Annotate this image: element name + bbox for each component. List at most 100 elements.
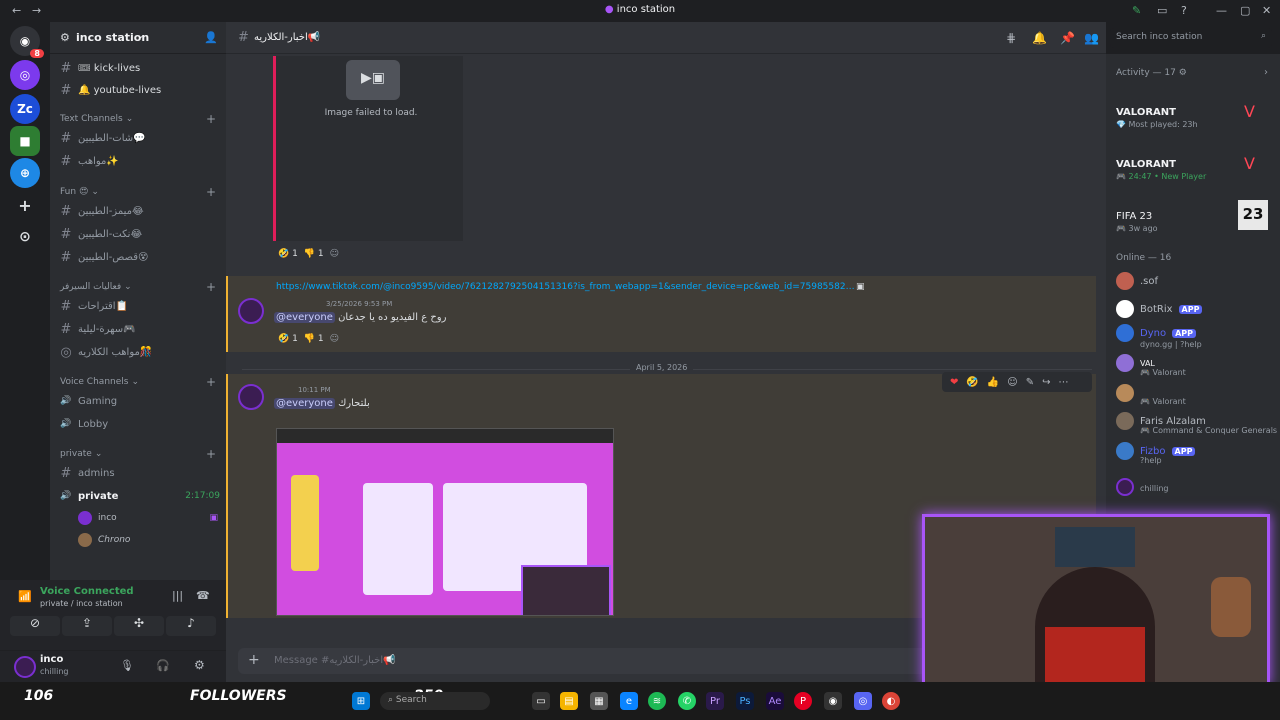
disconnect-icon[interactable]: ☎ [196,589,210,602]
server-icon-5[interactable]: ⊕ [10,158,40,188]
category-text-channels[interactable]: Text Channels ⌄ [60,114,133,124]
help-icon[interactable]: ? [1181,4,1187,17]
channel-item[interactable]: # مواهب✨ [60,151,220,171]
chevron-right-icon[interactable]: › [1264,67,1268,78]
invite-icon[interactable]: 👤 [204,31,218,44]
server-header[interactable]: ⚙ inco station ⌄ 👤 [50,22,226,54]
add-server-button[interactable]: + [10,190,40,220]
channel-item[interactable]: # قصص-الطيبين😵 [60,247,220,267]
add-reaction-icon[interactable]: ☺ [330,249,339,259]
soundboard-button[interactable]: ♪ [166,616,216,636]
member-item[interactable]: .sof [1116,272,1158,290]
create-channel-icon[interactable]: + [206,375,216,389]
channel-item[interactable]: ◎ مواهب الكلاريه🎊 [60,342,220,362]
reply-icon[interactable]: ↪ [1042,377,1050,388]
user-avatar[interactable] [238,384,264,410]
photoshop-icon[interactable]: Ps [736,692,754,710]
thumbs-up-icon[interactable]: 👍 [987,377,999,388]
pin-icon[interactable]: 📌 [1060,31,1075,45]
whatsapp-icon[interactable]: ✆ [678,692,696,710]
online-header: Online — 16 [1116,253,1172,263]
minimize-icon[interactable]: — [1216,4,1227,17]
create-channel-icon[interactable]: + [206,280,216,294]
microphone-icon[interactable]: 🎙 [120,659,134,672]
channel-item[interactable]: # ميمز-الطيبين😂 [60,201,220,221]
channel-item[interactable]: # نكت-الطيبين😂 [60,224,220,244]
server-icon-4[interactable]: ■ [10,126,40,156]
after-effects-icon[interactable]: Ae [766,692,784,710]
spotify-icon[interactable]: ≋ [648,692,666,710]
windows-start-icon[interactable]: ⊞ [352,692,370,710]
voice-member[interactable]: inco ▣ [78,508,218,528]
user-avatar[interactable] [14,656,36,678]
task-view-icon[interactable]: ▭ [532,692,550,710]
voice-channel-lobby[interactable]: 🔊 Lobby [60,414,220,434]
category-events[interactable]: فعاليات السيرفر ⌄ [60,282,132,292]
gear-icon[interactable]: ⚙ [194,658,205,672]
maximize-icon[interactable]: ▢ [1240,4,1250,17]
voice-channel-gaming[interactable]: 🔊 Gaming [60,391,220,411]
attach-plus-icon[interactable]: + [248,652,260,668]
reaction-thumbs-down[interactable]: 👎 1 [304,249,324,259]
file-explorer-icon[interactable]: ▤ [560,692,578,710]
premiere-icon[interactable]: Pr [706,692,724,710]
home-button[interactable]: ◉ 8 [10,26,44,58]
threads-icon[interactable]: ⋕ [1006,31,1016,45]
voice-location[interactable]: private / inco station [40,599,123,608]
camera-off-button[interactable]: ⊘ [10,616,60,636]
pinterest-icon[interactable]: P [794,692,812,710]
category-voice-channels[interactable]: Voice Channels ⌄ [60,377,139,387]
channel-kick-lives[interactable]: # 🎟 kick-lives [60,58,220,78]
inbox-icon[interactable]: ▭ [1157,4,1167,17]
close-icon[interactable]: ✕ [1262,4,1271,17]
store-icon[interactable]: ▦ [590,692,608,710]
create-channel-icon[interactable]: + [206,447,216,461]
everyone-mention[interactable]: @everyone [274,398,335,409]
add-reaction-icon[interactable]: ☺ [330,334,339,344]
voice-channel-private[interactable]: 🔊 private 2:17:09 [60,486,220,506]
channel-youtube-lives[interactable]: # 🔔 youtube-lives [60,80,220,100]
search-input[interactable]: Search inco station ⌕ [1110,28,1272,48]
members-icon[interactable]: 👥 [1084,31,1099,45]
channel-item[interactable]: # اقتراحات📋 [60,296,220,316]
image-embed[interactable]: ▶▣ Image failed to load. [273,56,463,241]
heart-icon[interactable]: ❤ [950,377,958,388]
reaction-laugh[interactable]: 🤣 1 [278,334,298,344]
channel-item[interactable]: # سهرة-ليلية🎮 [60,319,220,339]
category-private[interactable]: private ⌄ [60,449,102,459]
user-avatar[interactable] [238,298,264,324]
headphones-icon[interactable]: 🎧 [156,659,170,672]
reaction-laugh[interactable]: 🤣 1 [278,249,298,259]
noise-suppression-icon[interactable]: ||| [172,589,183,602]
chrome-icon[interactable]: ◐ [882,692,900,710]
laugh-icon[interactable]: 🤣 [966,377,978,388]
discord-taskbar-icon[interactable]: ◎ [854,692,872,710]
voice-member[interactable]: Chrono [78,530,218,550]
category-fun[interactable]: Fun 😍 ⌄ [60,187,99,197]
member-item[interactable] [1116,384,1140,402]
create-channel-icon[interactable]: + [206,185,216,199]
edit-icon[interactable]: ✎ [1026,377,1034,388]
more-icon[interactable]: ⋯ [1059,377,1069,388]
edge-icon[interactable]: e [620,692,638,710]
create-channel-icon[interactable]: + [206,112,216,126]
activities-button[interactable]: ✣ [114,616,164,636]
nitro-icon[interactable]: ✎ [1132,4,1141,17]
server-icon-inco[interactable]: ◎ [10,60,40,90]
server-icon-zc[interactable]: Zc [10,94,40,124]
fifa-icon: 23 [1238,200,1268,230]
member-item[interactable]: BotRix APP [1116,300,1203,318]
explore-button[interactable]: ⊙ [10,222,40,252]
add-reaction-icon[interactable]: ☺ [1007,377,1017,388]
member-item[interactable] [1116,478,1134,496]
attachment-image[interactable] [276,428,614,616]
channel-admins[interactable]: # admins [60,463,220,483]
bell-icon[interactable]: 🔔 [1032,31,1047,45]
reaction-thumbs-down[interactable]: 👎 1 [304,334,324,344]
tiktok-link[interactable]: https://www.tiktok.com/@inco9595/video/7… [276,282,856,292]
screen-share-button[interactable]: ⇪ [62,616,112,636]
taskbar-search[interactable]: ⌕ Search [380,692,490,710]
obs-icon[interactable]: ◉ [824,692,842,710]
channel-item[interactable]: # شات-الطيبين💬 [60,128,220,148]
everyone-mention[interactable]: @everyone [274,312,335,323]
